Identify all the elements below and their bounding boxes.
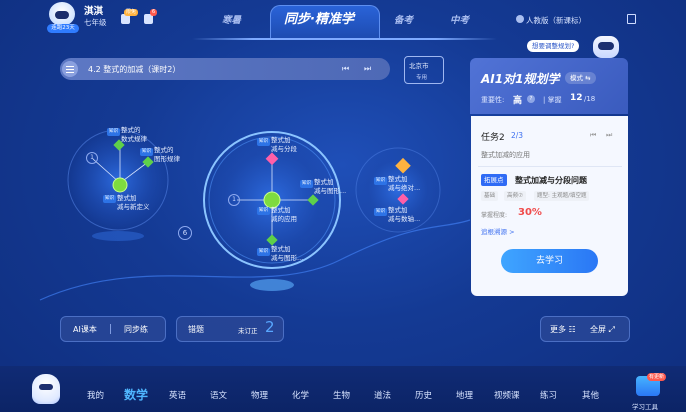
task-next-button[interactable]: ⏭: [606, 131, 612, 140]
task-count: 2/3: [511, 131, 524, 140]
subject-video-course[interactable]: 视频课: [494, 389, 520, 401]
wrong-count: 2: [265, 318, 275, 336]
counter-badge-six: 6: [178, 226, 192, 240]
mastery-count: 12: [570, 93, 583, 103]
chip-question-type: 题型: 主观题/填空题: [534, 191, 590, 201]
subject-biology[interactable]: 生物: [333, 389, 350, 401]
adjust-plan-tip[interactable]: 想要调整规划?: [527, 40, 580, 52]
node-figure-1[interactable]: 整式加 减与图形...: [314, 178, 346, 196]
node-piecewise[interactable]: 整式加 减与分段: [271, 136, 297, 154]
subject-practice[interactable]: 练习: [540, 389, 557, 401]
tools-update-badge: 有更新: [647, 373, 667, 381]
knowledge-tag: 知识: [107, 128, 120, 136]
mode-switch-button[interactable]: 模式 ⇆: [565, 72, 596, 84]
subject-geography[interactable]: 地理: [456, 389, 473, 401]
node-figure-pattern[interactable]: 整式的 图形规律: [154, 146, 180, 164]
task-subtitle: 整式加减的应用: [481, 151, 530, 159]
task-divider: [478, 166, 622, 167]
subject-chinese[interactable]: 语文: [210, 389, 227, 401]
knowledge-tag: 知识: [374, 177, 387, 185]
task-prev-button[interactable]: ⏮: [590, 131, 596, 140]
subject-mine[interactable]: 我的: [87, 389, 104, 401]
subject-chemistry[interactable]: 化学: [292, 389, 309, 401]
chip-basic: 基础: [481, 191, 499, 201]
trace-link[interactable]: 追根溯源 >: [481, 226, 515, 236]
ai-textbook-button[interactable]: AI课本: [73, 324, 97, 335]
subject-english[interactable]: 英语: [169, 389, 186, 401]
subject-morality-law[interactable]: 道法: [374, 389, 391, 401]
sync-practice-button[interactable]: 同步练: [124, 324, 148, 335]
task-mastery-label: 掌握程度:: [481, 212, 508, 219]
task-label: 任务2: [481, 133, 505, 143]
more-button[interactable]: 更多 ☷: [550, 324, 576, 335]
knowledge-tag: 知识: [103, 195, 116, 203]
node-number-line[interactable]: 整式加 减与数轴...: [388, 206, 420, 224]
node-absolute-value[interactable]: 整式加 减与绝对...: [388, 175, 420, 193]
subject-physics[interactable]: 物理: [251, 389, 268, 401]
mascot-icon[interactable]: [32, 374, 60, 404]
node-number-pattern[interactable]: 整式的 数式规律: [121, 126, 147, 144]
counter-badge-left: 1: [86, 152, 98, 164]
study-tools-label: 学习工具: [632, 403, 658, 411]
extension-tag: 拓展点: [481, 174, 507, 186]
go-study-button[interactable]: 去学习: [501, 249, 598, 273]
importance-value: 高: [513, 96, 523, 106]
button-divider: [110, 324, 111, 334]
knowledge-tag: 知识: [257, 138, 270, 146]
robot-mascot-icon[interactable]: [593, 36, 619, 58]
node-figure-2[interactable]: 整式加 减与图形...: [257, 245, 303, 263]
subject-history[interactable]: 历史: [415, 389, 432, 401]
node-new-definition[interactable]: 整式加 减与新定义: [117, 194, 150, 212]
knowledge-tag: 知识: [300, 180, 313, 188]
subject-math[interactable]: 数学: [124, 386, 148, 403]
task-name: 整式加减与分段问题: [515, 176, 587, 185]
importance-label: 重要性:: [481, 96, 505, 104]
subject-other[interactable]: 其他: [582, 389, 599, 401]
help-icon[interactable]: ?: [527, 95, 535, 103]
knowledge-tag: 知识: [257, 207, 270, 215]
task-mastery-value: 30%: [518, 207, 542, 218]
knowledge-tag: 知识: [140, 148, 153, 156]
fullscreen-button[interactable]: 全屏 ⤢: [590, 324, 615, 335]
ai-plan-title: AI1对1规划学: [481, 72, 560, 86]
counter-badge-center: 1: [228, 194, 240, 206]
chip-frequency: 高频⑦: [504, 191, 526, 201]
mastery-total: /18: [584, 95, 596, 103]
knowledge-tag: 知识: [374, 208, 387, 216]
node-application[interactable]: 整式加 减的应用: [271, 206, 297, 224]
wrong-questions-label: 错题: [188, 325, 204, 334]
mastery-label: | 掌握: [543, 96, 562, 104]
uncorrected-label: 未订正: [238, 327, 258, 335]
